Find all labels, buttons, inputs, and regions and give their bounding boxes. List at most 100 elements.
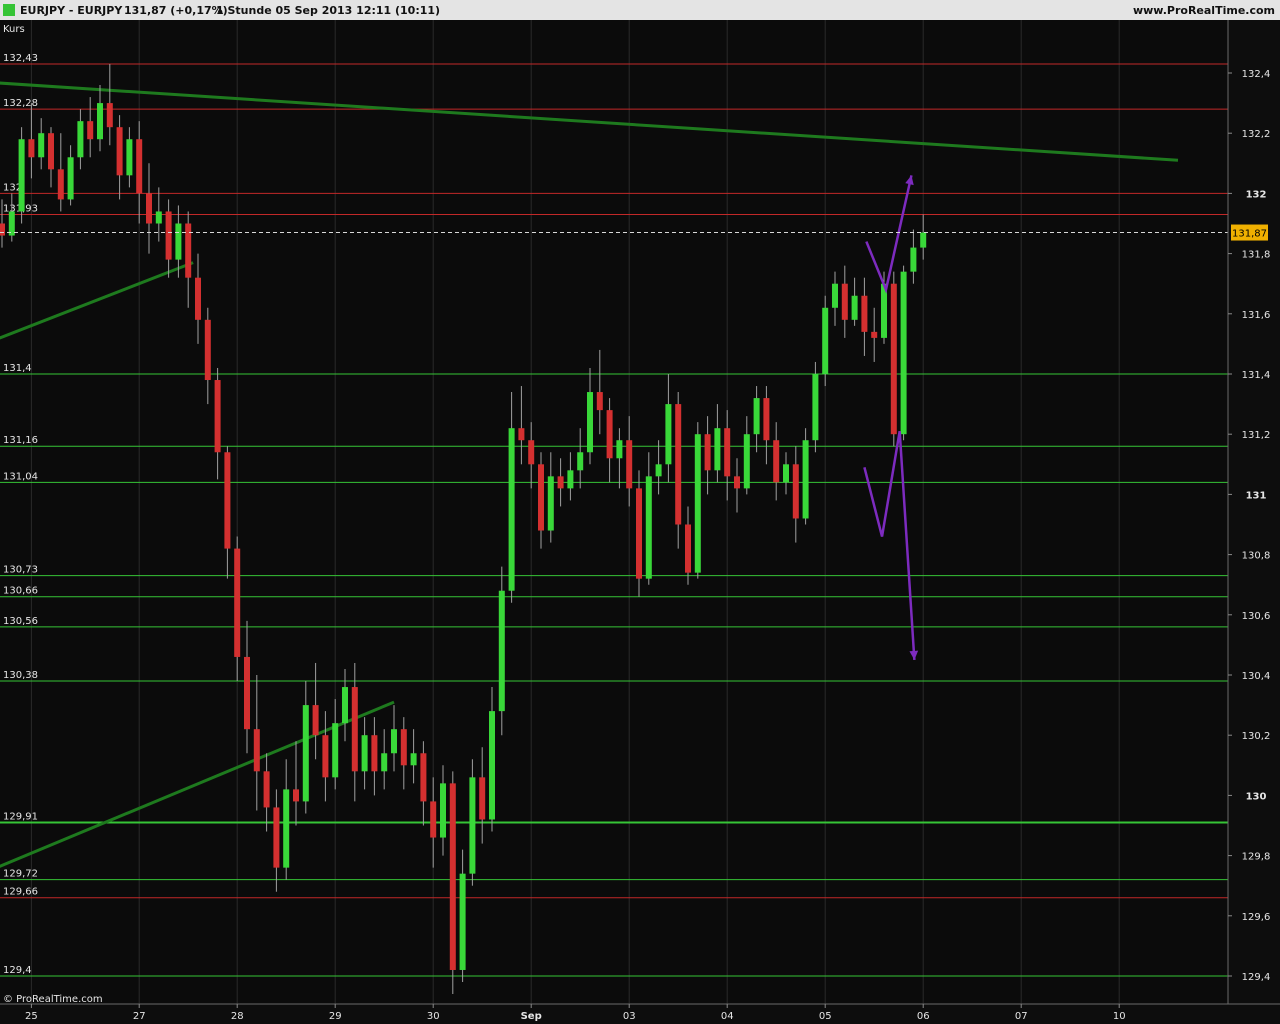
candle-body-bullish [126, 139, 133, 176]
y-tick-label: 130 [1246, 791, 1267, 802]
candle-body-bearish [400, 729, 407, 766]
x-tick-label: 25 [25, 1011, 38, 1022]
last-price-label: 131,87 [1232, 229, 1267, 240]
footer-copyright: © ProRealTime.com [3, 994, 103, 1005]
candle-body-bullish [645, 476, 652, 579]
candle [900, 265, 907, 441]
candle-body-bullish [900, 271, 907, 435]
candle-body-bearish [165, 211, 172, 260]
x-tick-label: 10 [1113, 1011, 1126, 1022]
y-tick-label: 130,6 [1242, 611, 1271, 622]
candle-body-bullish [567, 470, 574, 489]
y-tick-label: 132 [1246, 189, 1267, 200]
panel-label: Kurs [3, 24, 25, 35]
candle-body-bullish [694, 434, 701, 573]
candle-body-bearish [0, 223, 5, 236]
candle-body-bearish [704, 434, 711, 471]
candle-body-bearish [841, 283, 848, 320]
candle-body-bearish [185, 223, 192, 278]
candle-body-bullish [155, 211, 162, 224]
candle-body-bearish [479, 777, 486, 820]
candle-body-bearish [636, 488, 642, 579]
candle-body-bullish [8, 211, 15, 236]
candle [802, 428, 809, 525]
y-tick-label: 129,6 [1242, 912, 1271, 923]
candle-body-bullish [753, 398, 760, 435]
candle-body-bullish [97, 103, 103, 140]
candle-body-bullish [832, 283, 838, 308]
y-tick-label: 132,2 [1242, 129, 1271, 140]
level-label: 131,16 [3, 435, 38, 446]
candle-body-bearish [28, 139, 35, 158]
price-chart[interactable]: EURJPY - EURJPY 131,87 (+0,17%) 1 Stunde… [0, 0, 1280, 1024]
candle-body-bearish [322, 735, 329, 778]
level-label: 130,73 [3, 565, 38, 576]
candle-body-bullish [812, 374, 819, 441]
candle-body-bearish [518, 428, 525, 441]
candle-body-bearish [871, 331, 878, 338]
candle-body-bearish [116, 127, 123, 176]
candle-body-bearish [449, 783, 456, 970]
candle-body-bullish [38, 133, 45, 158]
candle-body-bullish [910, 247, 917, 272]
x-tick-label: 06 [917, 1011, 930, 1022]
candle-body-bearish [273, 807, 280, 868]
y-tick-label: 129,4 [1242, 972, 1271, 983]
candle-body-bearish [136, 139, 143, 194]
candle [636, 470, 642, 597]
level-label: 130,56 [3, 616, 38, 627]
candle-body-bullish [783, 464, 789, 483]
candle-body-bearish [596, 392, 603, 411]
candle-body-bearish [890, 283, 897, 435]
y-tick-label: 131,2 [1242, 430, 1271, 441]
chart-period: 1 Stunde 05 Sep 2013 12:11 (10:11) [216, 4, 440, 17]
candle-body-bullish [802, 440, 809, 519]
level-label: 130,38 [3, 670, 38, 681]
candle-body-bullish [440, 783, 446, 838]
y-tick-label: 130,2 [1242, 731, 1271, 742]
candle-body-bearish [48, 133, 54, 170]
level-label: 129,66 [3, 887, 38, 898]
candle-body-bullish [410, 753, 417, 766]
level-label: 129,4 [3, 965, 32, 976]
level-label: 129,91 [3, 811, 38, 822]
candle-body-bullish [283, 789, 290, 868]
candle-body-bullish [391, 729, 397, 754]
candle-body-bearish [557, 476, 564, 489]
candle-body-bullish [577, 452, 584, 471]
candle [694, 422, 701, 579]
candle-body-bullish [67, 157, 74, 200]
candle-body-bullish [342, 687, 348, 724]
candle-body-bearish [244, 656, 250, 730]
candle-body-bearish [253, 729, 260, 772]
candle-body-bullish [616, 440, 623, 459]
x-tick-label: 05 [819, 1011, 832, 1022]
candle-body-bullish [381, 753, 388, 772]
candle-body-bullish [920, 232, 927, 248]
candle-body-bearish [675, 404, 682, 525]
instrument-title: EURJPY - EURJPY [20, 4, 123, 17]
candle-body-bullish [743, 434, 750, 489]
candle-body-bearish [685, 524, 691, 573]
site-link[interactable]: www.ProRealTime.com [1133, 4, 1275, 17]
candle-body-bullish [665, 404, 672, 465]
instrument-quote: 131,87 (+0,17%) [124, 4, 228, 17]
candle-body-bearish [606, 410, 613, 459]
y-tick-label: 131,4 [1242, 370, 1271, 381]
candle-body-bearish [351, 687, 358, 772]
y-tick-label: 131,8 [1242, 250, 1271, 261]
instrument-status-icon [3, 4, 15, 16]
y-tick-label: 130,4 [1242, 671, 1271, 682]
candle-body-bearish [430, 801, 437, 838]
y-tick-label: 130,8 [1242, 551, 1271, 562]
candle-body-bearish [234, 548, 241, 657]
y-tick-label: 132,4 [1242, 69, 1271, 80]
candle-body-bearish [195, 277, 201, 320]
candle-body-bearish [420, 753, 427, 802]
candle-body-bearish [773, 440, 780, 483]
x-tick-label: 28 [231, 1011, 244, 1022]
candle-body-bullish [547, 476, 554, 531]
candle-body-bullish [302, 705, 309, 802]
candle-body-bullish [714, 428, 721, 471]
candle-body-bearish [204, 319, 211, 381]
